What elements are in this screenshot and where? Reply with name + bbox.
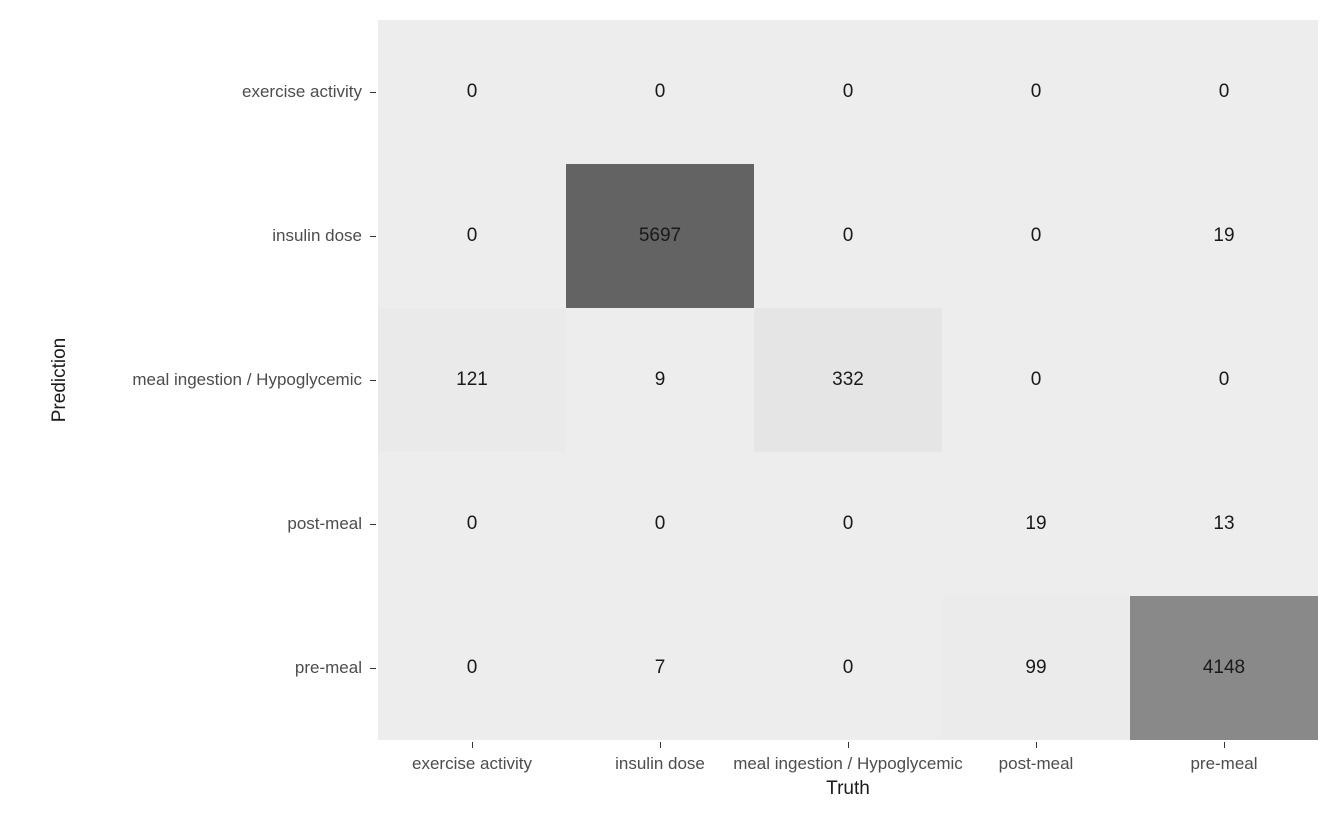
- heatmap-cell: [1130, 164, 1318, 308]
- x-axis-tick: [660, 742, 661, 748]
- heatmap-cell: [754, 164, 942, 308]
- y-axis-tick-label: insulin dose: [0, 226, 362, 246]
- heatmap-cell: [378, 308, 566, 452]
- heatmap-cell: [1130, 452, 1318, 596]
- heatmap-cell: [378, 596, 566, 740]
- y-axis-tick: [370, 524, 376, 525]
- heatmap-cell: [942, 452, 1130, 596]
- x-axis-tick-label: insulin dose: [615, 754, 705, 774]
- y-axis-tick: [370, 92, 376, 93]
- heatmap-cell: [1130, 20, 1318, 164]
- y-axis-tick-label: exercise activity: [0, 82, 362, 102]
- heatmap-cell: [378, 164, 566, 308]
- x-axis-tick: [472, 742, 473, 748]
- y-axis-tick-label: pre-meal: [0, 658, 362, 678]
- confusion-matrix-chart: 000000569700191219332000001913070994148 …: [0, 0, 1344, 830]
- heatmap-cell: [942, 308, 1130, 452]
- y-axis-tick: [370, 668, 376, 669]
- x-axis-tick-label: pre-meal: [1190, 754, 1257, 774]
- heatmap-cell: [1130, 308, 1318, 452]
- heatmap-cell: [566, 164, 754, 308]
- y-axis-title: Prediction: [49, 338, 71, 423]
- heatmap-cell: [754, 596, 942, 740]
- heatmap-cell: [942, 596, 1130, 740]
- heatmap-cell: [378, 452, 566, 596]
- heatmap-cell: [942, 164, 1130, 308]
- x-axis-title: Truth: [826, 778, 870, 800]
- y-axis-tick: [370, 236, 376, 237]
- x-axis-tick: [1224, 742, 1225, 748]
- y-axis-tick: [370, 380, 376, 381]
- heatmap-cell: [1130, 596, 1318, 740]
- heatmap-cell: [566, 452, 754, 596]
- heatmap-cell: [566, 20, 754, 164]
- x-axis-tick-label: meal ingestion / Hypoglycemic: [733, 754, 963, 774]
- x-axis-tick: [848, 742, 849, 748]
- heatmap-cell: [566, 596, 754, 740]
- x-axis-tick: [1036, 742, 1037, 748]
- heatmap-cell: [754, 452, 942, 596]
- heatmap-cell: [754, 308, 942, 452]
- y-axis-tick-label: post-meal: [0, 514, 362, 534]
- heatmap-cell: [942, 20, 1130, 164]
- heatmap-cell: [754, 20, 942, 164]
- x-axis-tick-label: post-meal: [999, 754, 1074, 774]
- x-axis-tick-label: exercise activity: [412, 754, 532, 774]
- heatmap-cell: [378, 20, 566, 164]
- heatmap-cell: [566, 308, 754, 452]
